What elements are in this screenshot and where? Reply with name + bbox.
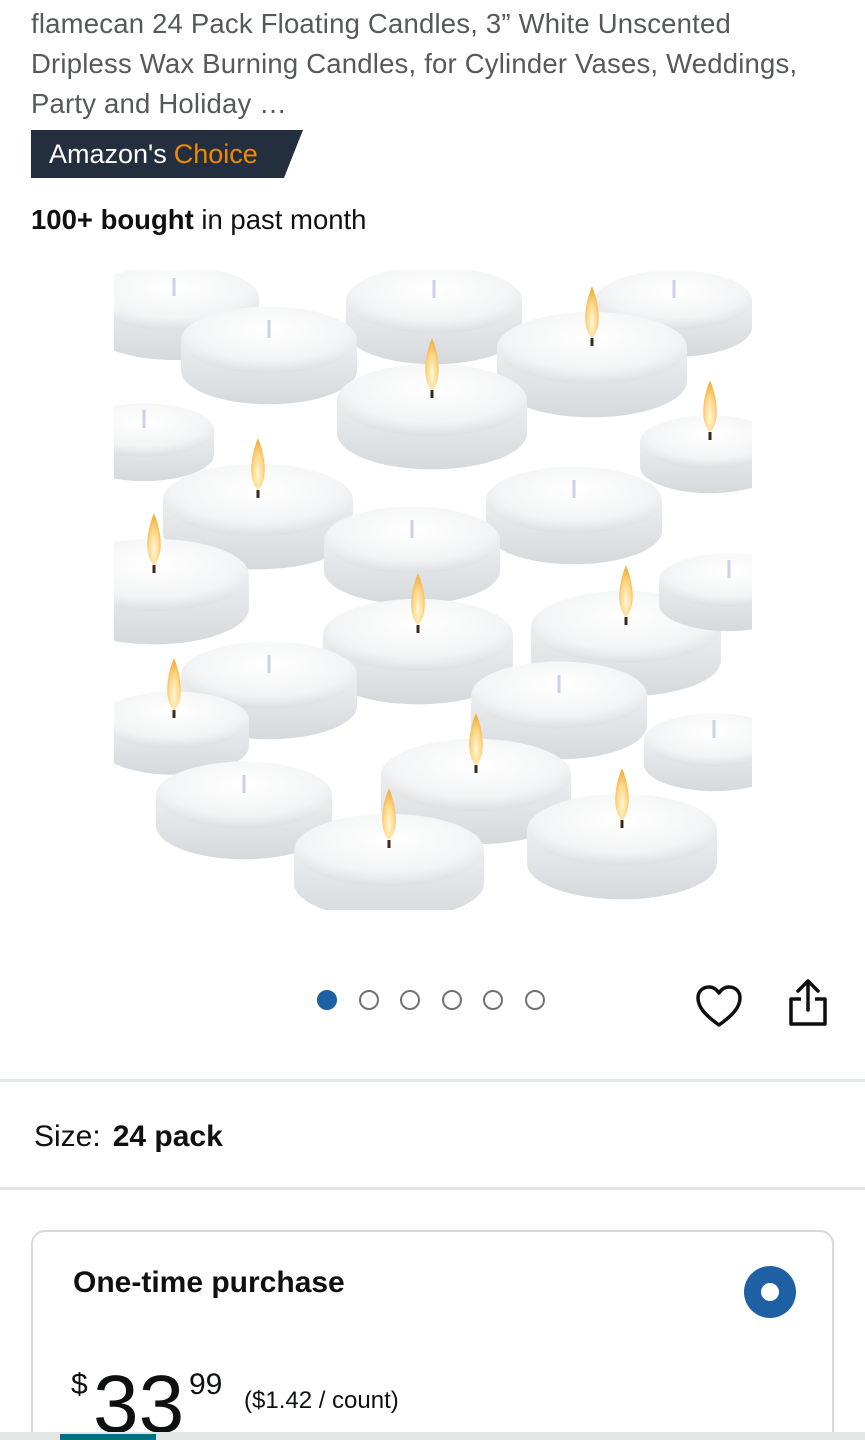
- badge-prefix: Amazon's: [49, 138, 167, 169]
- bought-in-past-month: 100+ bought in past month: [31, 204, 366, 236]
- carousel-dot[interactable]: [483, 990, 503, 1010]
- badge-highlight: Choice: [173, 138, 258, 169]
- purchase-radio-selected[interactable]: [744, 1266, 796, 1318]
- amazons-choice-badge: Amazon's Choice: [31, 130, 303, 178]
- section-divider: [0, 1187, 865, 1190]
- heart-icon[interactable]: [695, 984, 743, 1028]
- one-time-purchase-card[interactable]: One-time purchase $ 33 99 ($1.42 / count…: [31, 1230, 834, 1440]
- carousel-dot[interactable]: [441, 990, 462, 1010]
- section-divider: [0, 1079, 865, 1082]
- candle-top: [181, 306, 357, 374]
- price-whole: 33: [93, 1359, 185, 1440]
- product-title[interactable]: flamecan 24 Pack Floating Candles, 3” Wh…: [31, 4, 831, 124]
- bought-count: 100+ bought: [31, 204, 194, 235]
- candle-flame: [615, 768, 629, 820]
- carousel-dot[interactable]: [400, 990, 420, 1010]
- bought-suffix: in past month: [193, 204, 367, 235]
- price-currency: $: [71, 1368, 88, 1401]
- bottom-scroll-indicator: [60, 1434, 156, 1440]
- size-selector[interactable]: Size: 24 pack: [34, 1120, 223, 1154]
- candle-flame: [619, 565, 633, 617]
- candle-top: [486, 466, 662, 534]
- candle-top: [156, 761, 332, 829]
- candle-top: [471, 661, 647, 729]
- purchase-option-title: One-time purchase: [73, 1266, 345, 1299]
- candle-top: [324, 506, 500, 574]
- candle-flame: [703, 380, 717, 432]
- candle-flame: [251, 438, 265, 490]
- carousel-dot[interactable]: [358, 990, 379, 1010]
- candle-flame: [147, 513, 161, 565]
- carousel-dot[interactable]: [524, 990, 545, 1010]
- share-icon[interactable]: [787, 978, 829, 1028]
- candle-flame: [585, 286, 599, 338]
- price-fraction: 99: [189, 1368, 223, 1401]
- candle-flame: [167, 658, 181, 710]
- product-image[interactable]: [114, 270, 752, 910]
- size-value: 24 pack: [112, 1120, 223, 1153]
- unit-price: ($1.42 / count): [244, 1387, 399, 1414]
- carousel-dot[interactable]: [317, 990, 337, 1010]
- image-carousel-dots: [317, 990, 545, 1012]
- size-label: Size:: [34, 1120, 101, 1153]
